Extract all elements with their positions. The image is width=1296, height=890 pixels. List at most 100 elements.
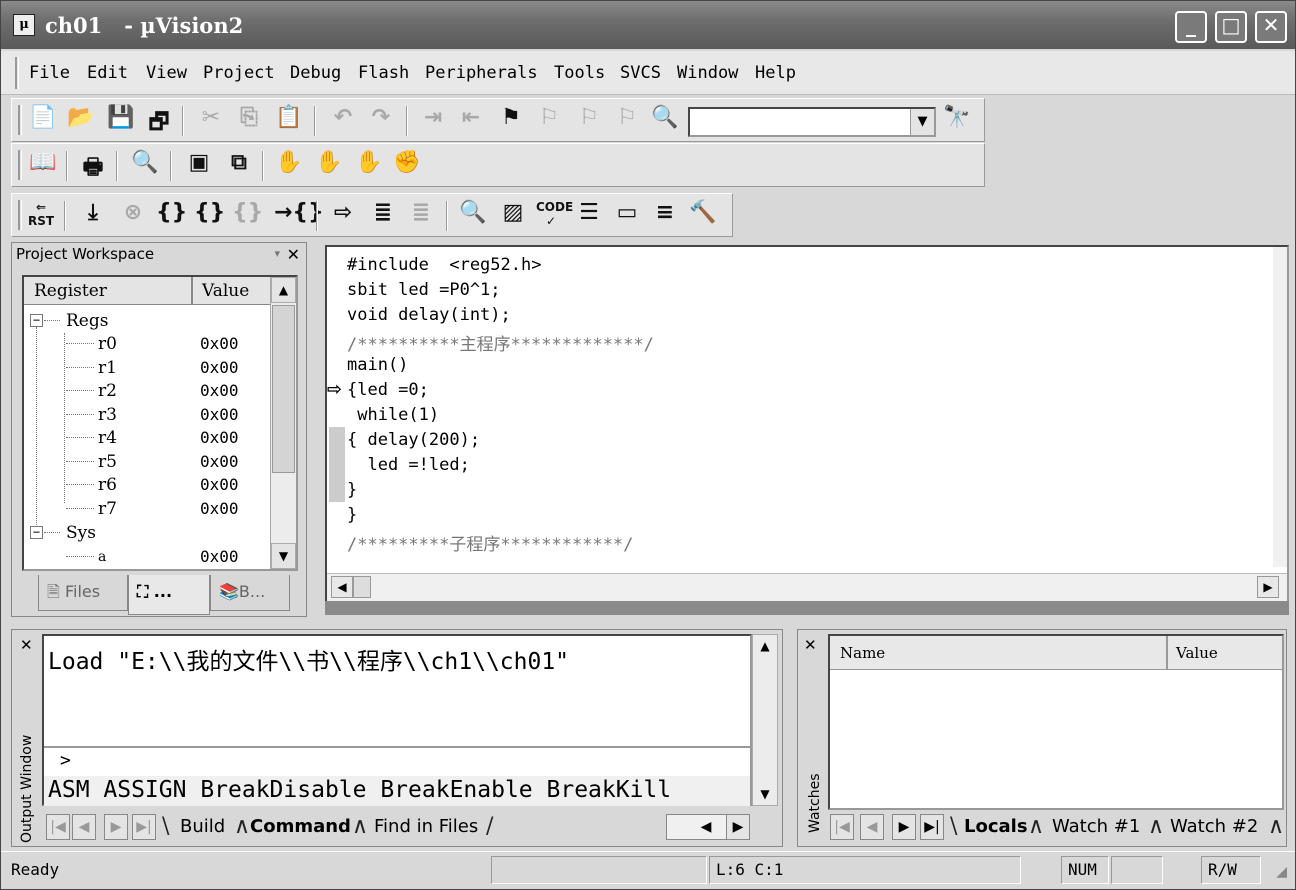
code-coverage-icon[interactable]: CODE ✓ [536, 200, 573, 230]
menu-window[interactable]: Window [677, 63, 738, 83]
tab-watch-2[interactable]: Watch #2 [1164, 814, 1264, 842]
undo-icon[interactable]: ↶ [328, 105, 358, 135]
register-row[interactable]: a 0x00 [24, 545, 270, 568]
find-combo[interactable]: ▼ [688, 107, 936, 137]
column-value[interactable]: Value [202, 281, 249, 301]
find-icon[interactable]: 🔭 [942, 105, 972, 135]
stop-icon[interactable]: ⊗ [118, 200, 148, 230]
uvision-icon[interactable]: μ [13, 14, 35, 36]
menu-grip[interactable] [15, 57, 19, 89]
save-all-icon[interactable]: 🗗 [144, 105, 174, 135]
print-icon[interactable]: 🖶 [78, 150, 108, 180]
run-to-cursor-icon[interactable]: →{} [274, 200, 324, 230]
collapse-icon[interactable]: − [30, 314, 43, 327]
performance-icon[interactable]: ☰ [574, 200, 604, 230]
trace-icon[interactable]: ≣ [368, 200, 398, 230]
paste-icon[interactable]: 📋 [274, 105, 304, 135]
watch-body[interactable]: Name Value [828, 634, 1284, 810]
prev-tab-icon[interactable]: ◀ [860, 814, 884, 840]
hand-dark-icon[interactable]: ✊ [392, 150, 422, 180]
save-icon[interactable]: 💾 [106, 105, 136, 135]
command-input[interactable]: > [44, 746, 750, 776]
copy-icon[interactable]: ⎘ [234, 105, 264, 135]
prev-tab-icon[interactable]: ◀ [72, 814, 96, 840]
output-scrollbar[interactable]: ▲ ▼ [752, 634, 778, 806]
tab-registers[interactable]: ⛶ ... [128, 575, 210, 615]
editor-horizontal-scrollbar[interactable]: ◀ ▶ [327, 573, 1287, 601]
scroll-right-icon[interactable]: ▶ [1257, 576, 1279, 598]
editor-splitter[interactable] [325, 601, 1289, 615]
register-scrollbar[interactable]: ▲ ▼ [270, 277, 296, 569]
scroll-left-icon[interactable]: ◀ [331, 576, 353, 598]
menu-view[interactable]: View [146, 63, 187, 83]
first-tab-icon[interactable]: |◀ [46, 814, 70, 840]
watch-window-icon[interactable]: ▨ [498, 200, 528, 230]
trace-disabled-icon[interactable]: ≣ [406, 200, 436, 230]
scroll-up-icon[interactable]: ▲ [271, 277, 296, 303]
menu-tools[interactable]: Tools [554, 63, 605, 83]
hand-multi-icon[interactable]: ✋ [314, 150, 344, 180]
tab-locals[interactable]: Locals [958, 814, 1034, 842]
chevron-down-icon[interactable]: ▼ [910, 109, 934, 135]
maximize-button[interactable]: □ [1215, 11, 1247, 43]
editor-vertical-scrollbar[interactable] [1273, 247, 1287, 567]
code-line[interactable]: void delay(int); [347, 305, 511, 330]
prev-bookmark-icon[interactable]: ⚐ [574, 105, 604, 135]
close-icon[interactable]: ✕ [804, 636, 817, 654]
menu-edit[interactable]: Edit [87, 63, 128, 83]
hand-icon[interactable]: ✋ [274, 150, 304, 180]
code-line[interactable]: main() [347, 355, 408, 380]
find-in-files-icon[interactable]: 🔍 [650, 105, 680, 135]
close-icon[interactable]: ✕ [20, 636, 33, 654]
register-row[interactable]: r6 0x00 [24, 473, 270, 496]
show-next-statement-icon[interactable]: ⇨ [328, 200, 358, 230]
tab-files[interactable]: 🗎 Files [38, 575, 128, 611]
menu-file[interactable]: File [29, 63, 70, 83]
toolbar-grip[interactable] [18, 200, 22, 230]
hand-disabled-icon[interactable]: ✋ [354, 150, 384, 180]
register-row[interactable]: r2 0x00 [24, 379, 270, 402]
open-file-icon[interactable]: 📂 [66, 105, 96, 135]
first-tab-icon[interactable]: |◀ [830, 814, 854, 840]
output-window-icon[interactable]: ⧉ [224, 150, 254, 180]
indent-icon[interactable]: ⇥ [418, 105, 448, 135]
tab-build[interactable]: Build [174, 814, 231, 842]
next-tab-icon[interactable]: ▶ [892, 814, 916, 840]
bookmark-icon[interactable]: ⚑ [496, 105, 526, 135]
code-line[interactable]: {led =0; [347, 380, 429, 405]
code-editor[interactable]: ⇨ #include <reg52.h> sbit led =P0^1; voi… [325, 245, 1289, 603]
disassembly-icon[interactable]: 🔍 [458, 200, 488, 230]
menu-flash[interactable]: Flash [358, 63, 409, 83]
last-tab-icon[interactable]: ▶| [132, 814, 156, 840]
column-divider[interactable] [1166, 636, 1168, 670]
register-row[interactable]: r0 0x00 [24, 332, 270, 355]
reset-rst-icon[interactable]: ⇐ RST [26, 200, 56, 230]
last-tab-icon[interactable]: ▶| [920, 814, 944, 840]
clear-bookmarks-icon[interactable]: ⚐ [612, 105, 642, 135]
code-line[interactable]: } [347, 480, 357, 505]
scroll-down-icon[interactable]: ▼ [753, 787, 777, 801]
code-line[interactable]: /*********子程序************/ [347, 530, 633, 555]
code-line[interactable]: while(1) [347, 405, 439, 430]
tab-watch-1[interactable]: Watch #1 [1046, 814, 1146, 842]
tab-find-in-files[interactable]: Find in Files [368, 814, 484, 842]
register-row[interactable]: r5 0x00 [24, 450, 270, 473]
step-out-icon[interactable]: {} [232, 200, 263, 230]
tab-command[interactable]: Command [244, 814, 357, 842]
memory-window-icon[interactable]: ≡ [650, 200, 680, 230]
column-name[interactable]: Name [840, 644, 885, 662]
column-value[interactable]: Value [1176, 644, 1218, 662]
menu-peripherals[interactable]: Peripherals [425, 63, 538, 83]
chevron-down-icon[interactable]: ▾ [274, 247, 280, 260]
register-row[interactable]: r4 0x00 [24, 426, 270, 449]
menu-debug[interactable]: Debug [290, 63, 341, 83]
column-divider[interactable] [191, 277, 193, 305]
minimize-button[interactable]: _ [1175, 11, 1207, 43]
workspace-window-icon[interactable]: ▣ [184, 150, 214, 180]
code-line[interactable]: } [347, 505, 357, 530]
code-line[interactable]: led =!led; [347, 455, 469, 480]
menu-project[interactable]: Project [203, 63, 275, 83]
close-button[interactable]: ✕ [1255, 11, 1287, 43]
resize-grip-icon[interactable]: ◢ [1276, 864, 1287, 880]
scroll-thumb[interactable] [272, 305, 295, 473]
